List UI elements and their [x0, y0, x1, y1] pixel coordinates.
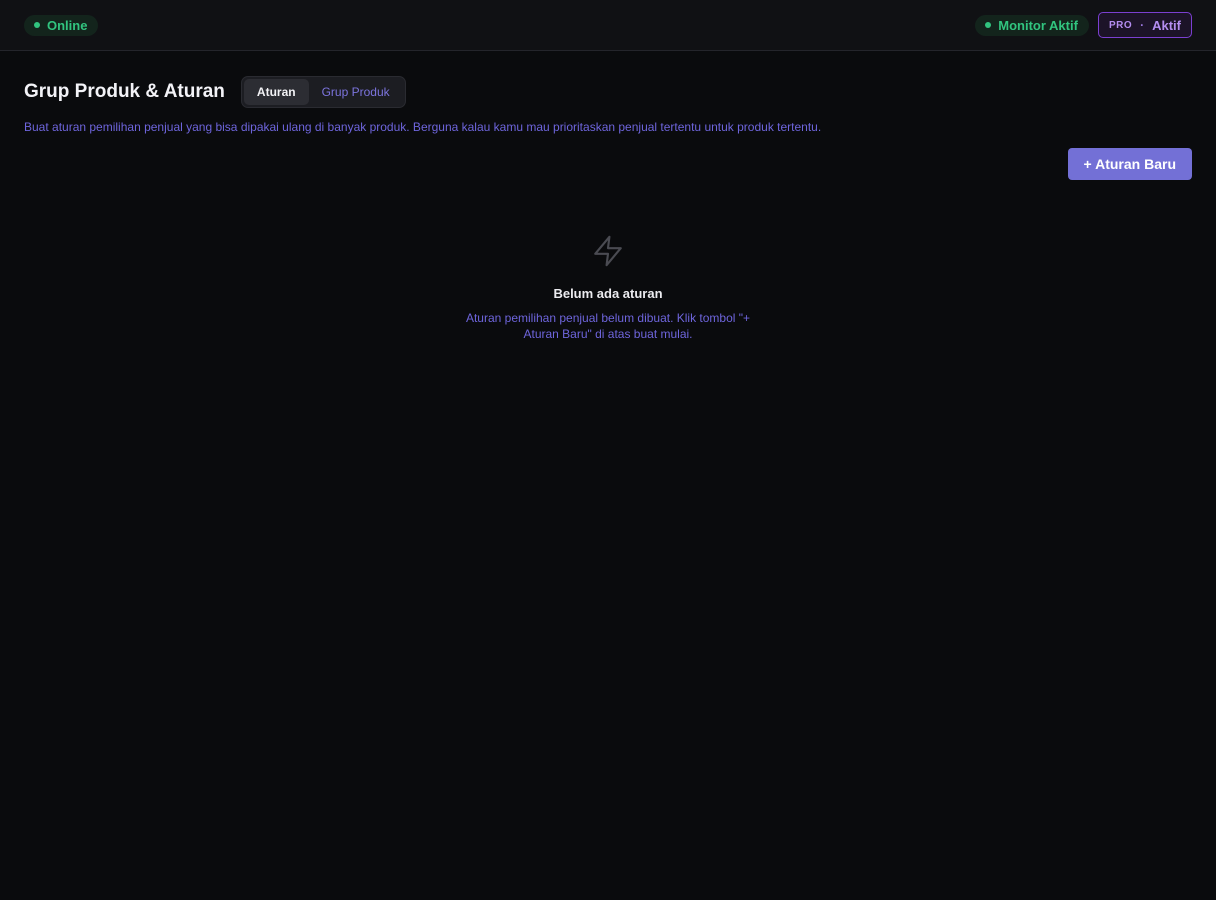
- online-dot-icon: [34, 22, 40, 28]
- empty-state-title: Belum ada aturan: [553, 286, 663, 301]
- online-status-label: Online: [47, 17, 88, 33]
- empty-state: Belum ada aturan Aturan pemilihan penjua…: [24, 234, 1192, 342]
- tab-grup-produk[interactable]: Grup Produk: [309, 79, 403, 105]
- monitor-status-label: Monitor Aktif: [998, 17, 1078, 33]
- plan-separator: ·: [1140, 18, 1145, 32]
- plan-name: PRO: [1108, 19, 1133, 31]
- topbar-right-group: Monitor Aktif PRO · Aktif: [975, 12, 1192, 38]
- plan-badge[interactable]: PRO · Aktif: [1097, 12, 1192, 38]
- empty-state-description: Aturan pemilihan penjual belum dibuat. K…: [465, 311, 751, 341]
- lightning-icon: [591, 234, 625, 268]
- tab-aturan[interactable]: Aturan: [243, 79, 309, 105]
- page-description: Buat aturan pemilihan penjual yang bisa …: [24, 120, 822, 134]
- title-row: Grup Produk & Aturan Aturan Grup Produk: [24, 76, 1192, 108]
- action-row: + Aturan Baru: [24, 148, 1192, 180]
- online-status-badge: Online: [24, 14, 99, 36]
- page-title: Grup Produk & Aturan: [24, 81, 225, 102]
- top-bar: Online Monitor Aktif PRO · Aktif: [0, 0, 1216, 51]
- monitor-dot-icon: [985, 22, 992, 28]
- new-rule-button[interactable]: + Aturan Baru: [1067, 148, 1192, 180]
- main-content: Grup Produk & Aturan Aturan Grup Produk …: [0, 51, 1216, 366]
- monitor-status-badge: Monitor Aktif: [975, 14, 1089, 36]
- plan-status: Aktif: [1152, 17, 1181, 33]
- view-tabs: Aturan Grup Produk: [240, 76, 406, 108]
